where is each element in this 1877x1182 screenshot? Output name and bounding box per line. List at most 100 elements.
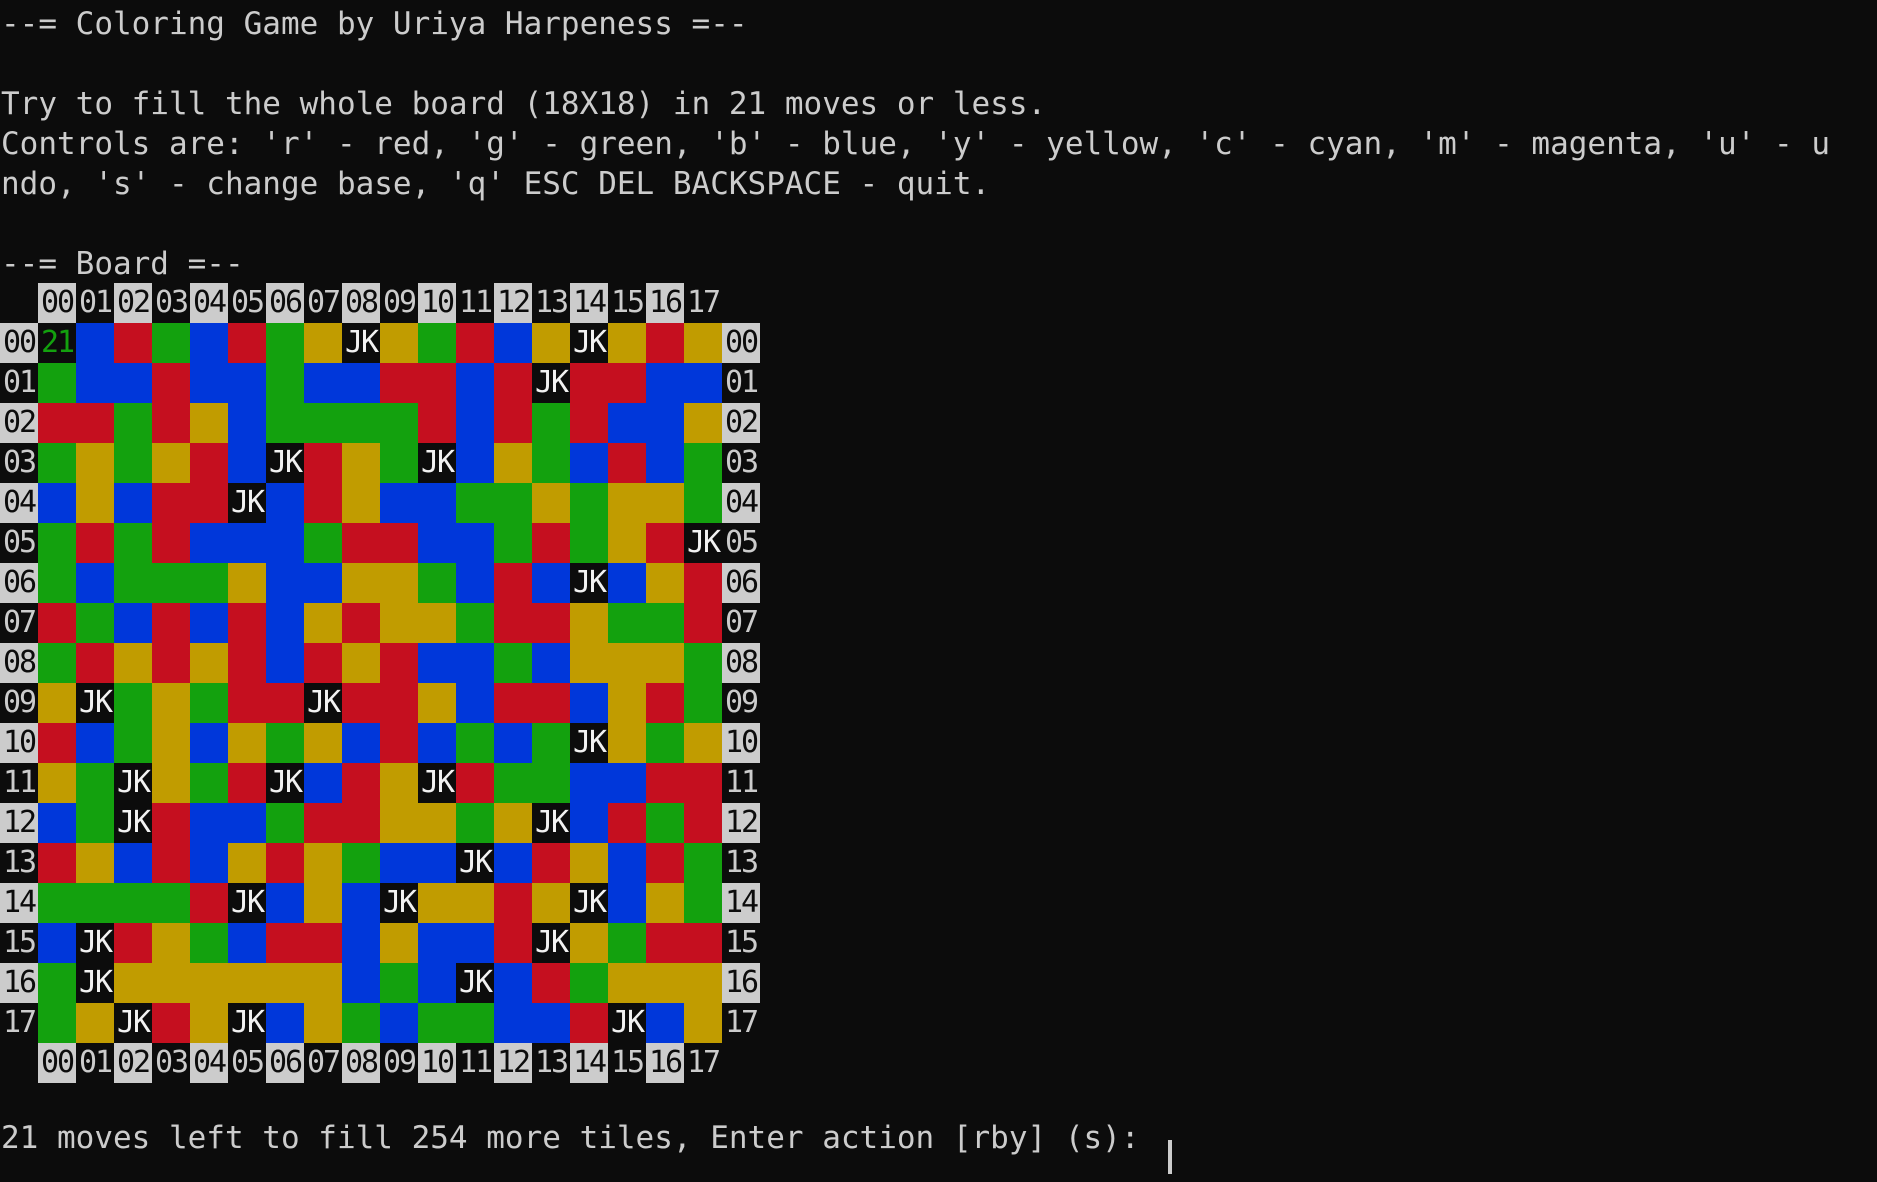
row-label-left: 10 [0, 723, 38, 763]
board-tile [380, 403, 418, 443]
joker-tile: JK [228, 483, 266, 523]
board-tile [608, 803, 646, 843]
board-tile [38, 483, 76, 523]
board-tile [608, 403, 646, 443]
col-label-top: 04 [190, 283, 228, 323]
board-tile [494, 963, 532, 1003]
board-tile [456, 483, 494, 523]
board-tile [304, 963, 342, 1003]
board-tile [684, 403, 722, 443]
board-tile [532, 563, 570, 603]
board-tile [228, 923, 266, 963]
board-tile [494, 363, 532, 403]
board-tile [304, 763, 342, 803]
board-tile [570, 923, 608, 963]
intro-line: Try to fill the whole board (18X18) in 2… [1, 86, 1047, 122]
row-label-left: 07 [0, 603, 38, 643]
board-tile [152, 923, 190, 963]
board-tile [304, 843, 342, 883]
col-label-bottom: 04 [190, 1043, 228, 1083]
board-tile [38, 923, 76, 963]
board-tile [76, 523, 114, 563]
col-label-bottom: 16 [646, 1043, 684, 1083]
board-tile [380, 803, 418, 843]
board-tile [266, 403, 304, 443]
board-tile [76, 323, 114, 363]
col-label-bottom: 07 [304, 1043, 342, 1083]
board-tile [570, 803, 608, 843]
board-tile [228, 363, 266, 403]
board-tile [38, 763, 76, 803]
board-tile [152, 963, 190, 1003]
board-tile [152, 483, 190, 523]
board-tile [38, 723, 76, 763]
col-label-top: 11 [456, 283, 494, 323]
board-tile [228, 683, 266, 723]
board-tile [38, 403, 76, 443]
col-label-bottom: 02 [114, 1043, 152, 1083]
board-tile [494, 483, 532, 523]
board-tile [304, 603, 342, 643]
board-tile [342, 483, 380, 523]
row-label-right: 16 [722, 963, 760, 1003]
board-tile [114, 883, 152, 923]
board-tile [570, 443, 608, 483]
board-tile [266, 683, 304, 723]
board-tile [266, 883, 304, 923]
board-tile [38, 1003, 76, 1043]
joker-tile: JK [114, 1003, 152, 1043]
board-tile [266, 963, 304, 1003]
joker-tile: JK [456, 963, 494, 1003]
board-tile [456, 923, 494, 963]
board-tile [38, 643, 76, 683]
board-tile [456, 803, 494, 843]
board-tile [684, 923, 722, 963]
board-tile [152, 563, 190, 603]
board-tile [380, 963, 418, 1003]
board-tile [152, 363, 190, 403]
board-tile [342, 563, 380, 603]
board-tile [418, 563, 456, 603]
joker-tile: JK [76, 923, 114, 963]
board-tile [304, 323, 342, 363]
col-label-top: 07 [304, 283, 342, 323]
board-tile [38, 883, 76, 923]
board-tile [494, 403, 532, 443]
row-label-right: 04 [722, 483, 760, 523]
board-tile [38, 563, 76, 603]
board-tile [342, 803, 380, 843]
board-tile [190, 483, 228, 523]
board-tile [646, 883, 684, 923]
joker-tile: JK [532, 363, 570, 403]
board-tile [114, 723, 152, 763]
joker-tile: JK [570, 563, 608, 603]
board-tile [342, 443, 380, 483]
row-label-right: 10 [722, 723, 760, 763]
row-label-left: 17 [0, 1003, 38, 1043]
board-tile [684, 763, 722, 803]
board-tile [684, 723, 722, 763]
board-tile [570, 523, 608, 563]
board-tile [380, 763, 418, 803]
board-tile [646, 723, 684, 763]
board-tile [152, 443, 190, 483]
board-tile [608, 923, 646, 963]
board-tile [190, 443, 228, 483]
board-tile [418, 1003, 456, 1043]
board-tile [76, 803, 114, 843]
board-tile [494, 683, 532, 723]
board-tile [570, 603, 608, 643]
board-tile [380, 923, 418, 963]
board-tile [608, 563, 646, 603]
board-tile [684, 483, 722, 523]
board-tile [418, 923, 456, 963]
board-tile [152, 763, 190, 803]
board-tile [304, 523, 342, 563]
board-tile [266, 923, 304, 963]
board-tile [342, 363, 380, 403]
board-tile [608, 763, 646, 803]
board-tile [684, 803, 722, 843]
joker-tile: JK [76, 683, 114, 723]
row-label-right: 00 [722, 323, 760, 363]
board-tile [38, 683, 76, 723]
